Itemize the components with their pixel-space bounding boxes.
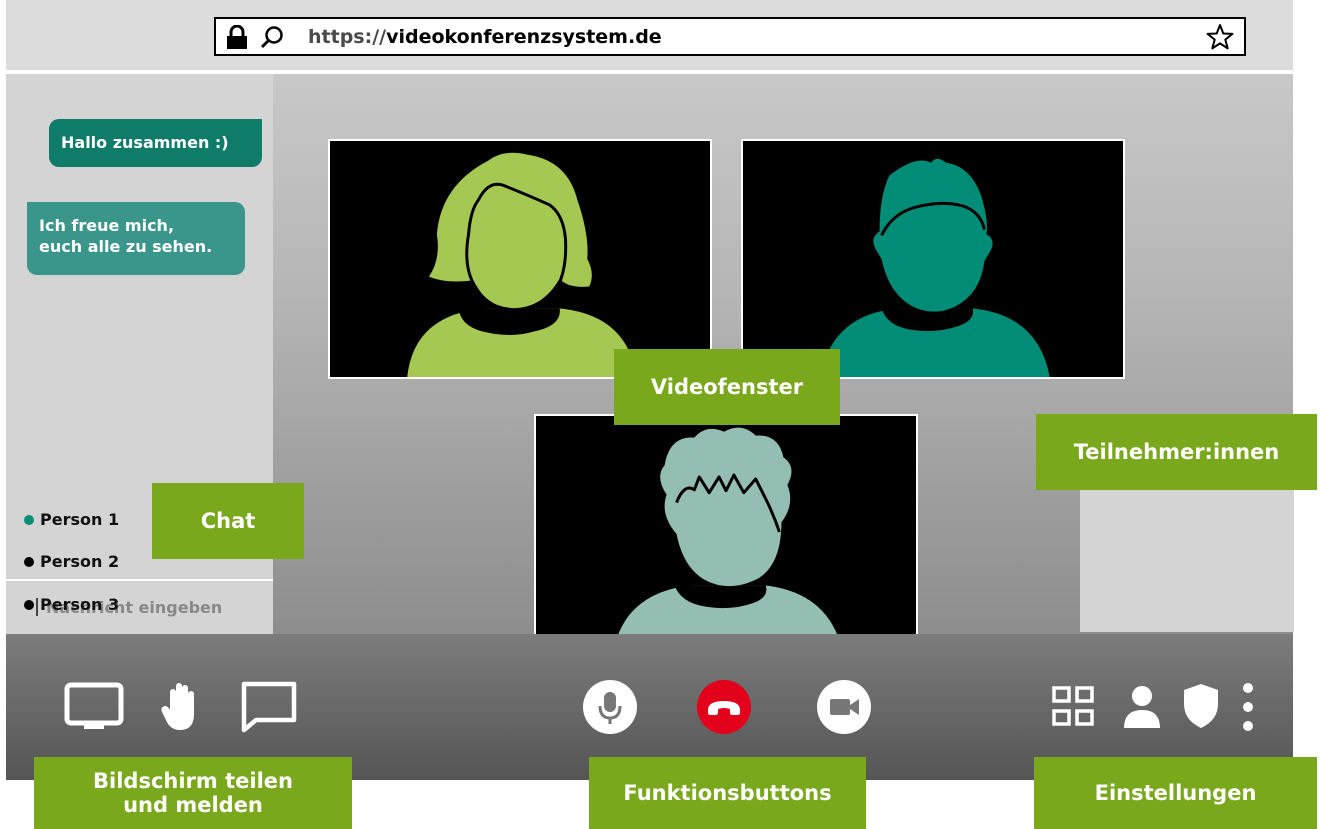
chat-icon[interactable]	[240, 680, 298, 734]
label-participants: Teilnehmer:innen	[1036, 414, 1317, 490]
label-settings: Einstellungen	[1034, 757, 1317, 829]
label-chat: Chat	[152, 483, 304, 559]
label-text: Bildschirm teilen	[93, 769, 293, 793]
chat-divider	[6, 579, 273, 581]
screen-share-icon[interactable]	[64, 682, 124, 730]
url-text[interactable]: https://videokonferenzsystem.de	[308, 26, 662, 48]
participant-item[interactable]: Person 3	[24, 595, 119, 615]
chat-message-text: Hallo zusammen :)	[61, 133, 229, 152]
url-host: videokonferenzsystem.de	[386, 26, 662, 48]
participant-item[interactable]: Person 1	[24, 510, 119, 530]
raise-hand-icon[interactable]	[160, 680, 200, 732]
video-tile-2[interactable]	[741, 139, 1125, 379]
label-text: Teilnehmer:innen	[1073, 440, 1280, 464]
user-icon[interactable]	[1122, 684, 1162, 728]
participant-avatar	[820, 158, 1050, 377]
label-video-windows: Videofenster	[614, 349, 840, 425]
participant-avatar	[407, 152, 637, 377]
lock-icon	[226, 24, 248, 49]
browser-toolbar: https://videokonferenzsystem.de	[6, 0, 1293, 72]
microphone-icon[interactable]	[583, 680, 637, 734]
search-icon	[260, 25, 284, 49]
shield-icon[interactable]	[1182, 682, 1220, 730]
participant-item[interactable]: Person 2	[24, 552, 119, 572]
chat-message: Ich freue mich, euch alle zu sehen.	[27, 202, 245, 275]
status-dot	[24, 557, 34, 567]
url-protocol: https://	[308, 26, 387, 48]
label-text: und melden	[123, 793, 263, 817]
camera-icon[interactable]	[817, 680, 871, 734]
participants-panel	[1080, 489, 1294, 632]
hang-up-icon[interactable]	[697, 680, 751, 734]
label-text: Funktionsbuttons	[623, 781, 832, 805]
participant-name: Person 3	[40, 595, 120, 614]
participant-name: Person 2	[40, 552, 120, 571]
bookmark-star-icon[interactable]	[1206, 23, 1234, 51]
participant-avatar	[613, 427, 843, 652]
label-text: Chat	[200, 509, 256, 533]
online-status-dot	[24, 515, 34, 525]
chat-message: Hallo zusammen :)	[49, 119, 262, 167]
label-text: Videofenster	[650, 375, 804, 399]
grid-view-icon[interactable]	[1052, 686, 1094, 726]
video-tile-1[interactable]	[328, 139, 712, 379]
address-bar[interactable]: https://videokonferenzsystem.de	[214, 17, 1246, 56]
label-share-and-report: Bildschirm teilen und melden	[34, 757, 352, 829]
more-icon[interactable]	[1240, 682, 1256, 732]
label-function-buttons: Funktionsbuttons	[589, 757, 866, 829]
status-dot	[24, 600, 34, 610]
label-text: Einstellungen	[1094, 781, 1257, 805]
chat-message-line: euch alle zu sehen.	[39, 237, 213, 256]
video-tile-3[interactable]	[534, 414, 918, 654]
chat-message-line: Ich freue mich,	[39, 216, 175, 235]
participant-name: Person 1	[40, 510, 120, 529]
